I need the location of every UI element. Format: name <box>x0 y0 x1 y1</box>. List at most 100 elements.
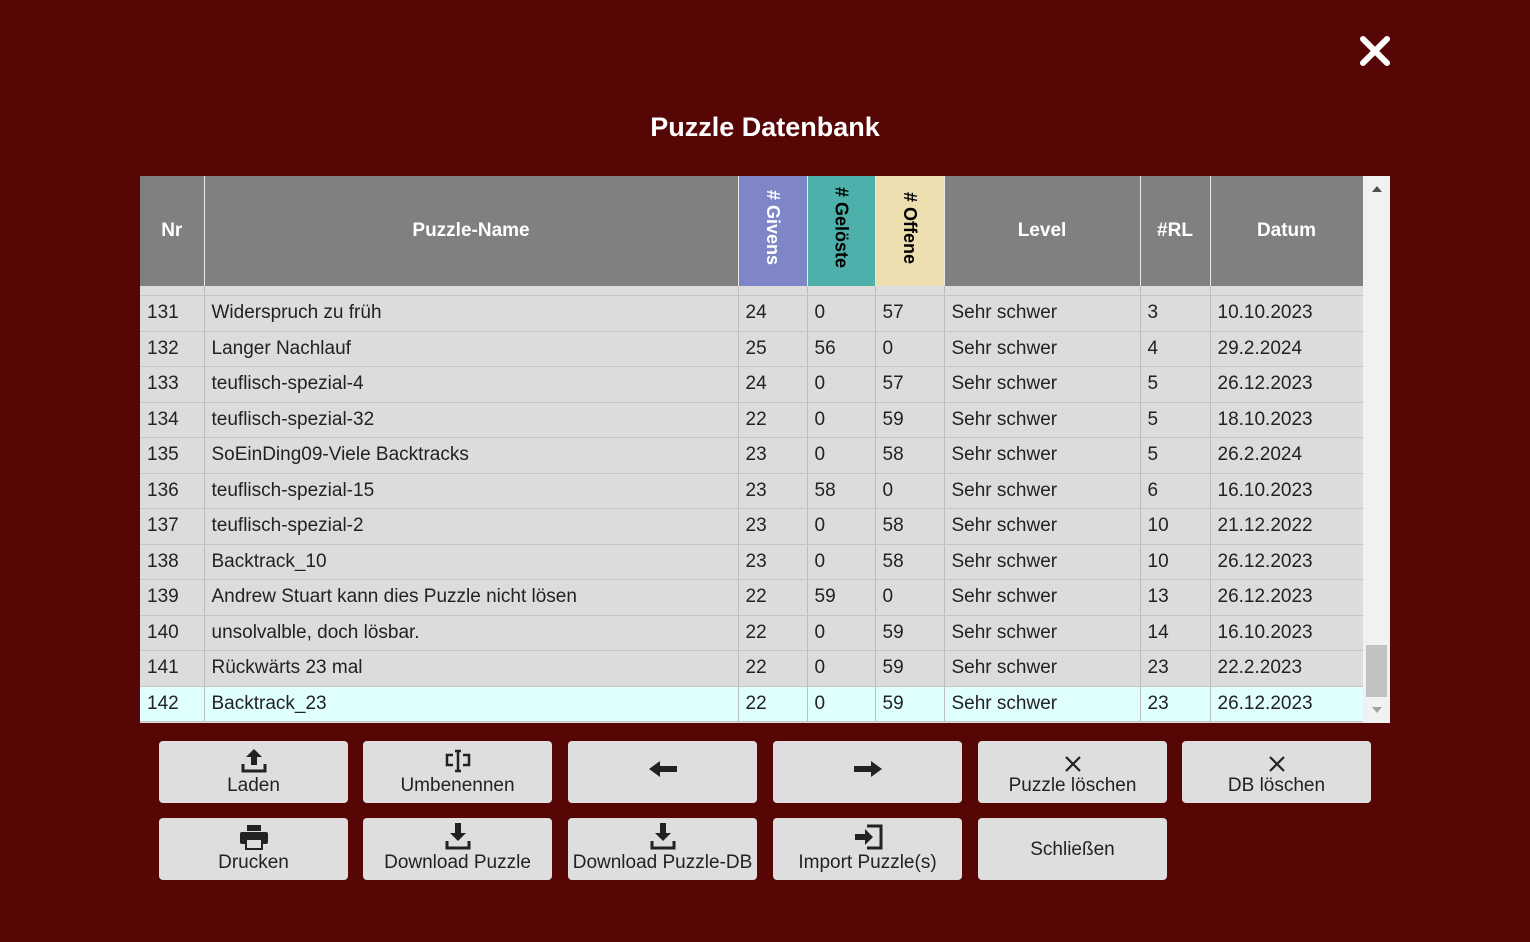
cell-puzzle-name: Widerspruch zu früh <box>204 295 739 332</box>
cell-datum: 26.12.2023 <box>1210 686 1364 722</box>
previous-button[interactable] <box>568 741 757 803</box>
cell-datum: 26.12.2023 <box>1210 544 1364 580</box>
cell-puzzle-name: Rückwärts 23 mal <box>204 650 739 687</box>
cell-givens: 24 <box>738 366 808 403</box>
column-header-offene[interactable]: # Offene <box>875 176 945 286</box>
table-scrollbar[interactable] <box>1363 176 1390 723</box>
cell-geloeste: 0 <box>807 615 876 651</box>
column-header-rl[interactable]: #RL <box>1140 176 1211 286</box>
cell-nr: 137 <box>140 508 205 545</box>
cell-nr: 139 <box>140 579 205 616</box>
import-puzzles-label: Import Puzzle(s) <box>798 852 937 873</box>
column-header-givens[interactable]: # Givens <box>738 176 808 286</box>
cell-offene: 59 <box>875 650 945 687</box>
cell-nr: 138 <box>140 544 205 580</box>
close-icon[interactable] <box>1358 34 1392 68</box>
drucken-label: Drucken <box>218 852 289 873</box>
scroll-down-arrow-icon[interactable] <box>1363 699 1390 721</box>
cell-geloeste: 0 <box>807 402 876 438</box>
cell-nr: 135 <box>140 437 205 474</box>
table-row[interactable]: 136 teuflisch-spezial-15 23 58 0 Sehr schwer 6… <box>140 473 1364 509</box>
umbenennen-button[interactable]: Umbenennen <box>363 741 552 803</box>
cell-nr: 132 <box>140 331 205 367</box>
table-row[interactable]: 134 teuflisch-spezial-32 22 0 59 Sehr schwer 5… <box>140 402 1364 438</box>
cell-geloeste: 58 <box>807 473 876 509</box>
scroll-up-arrow-icon[interactable] <box>1363 178 1390 200</box>
schliessen-label: Schließen <box>1030 839 1115 860</box>
cell-offene: 0 <box>875 473 945 509</box>
cell-geloeste: 0 <box>807 366 876 403</box>
cell-offene: 59 <box>875 686 945 722</box>
cell-level: Sehr schwer <box>944 473 1141 509</box>
cell-puzzle-name: Backtrack_10 <box>204 544 739 580</box>
import-puzzles-button[interactable]: Import Puzzle(s) <box>773 818 962 880</box>
table-row[interactable]: 133 teuflisch-spezial-4 24 0 57 Sehr schwer 5 2… <box>140 366 1364 403</box>
cell-geloeste: 0 <box>807 686 876 722</box>
cell-geloeste: 56 <box>807 331 876 367</box>
cell-level: Sehr schwer <box>944 615 1141 651</box>
cell-givens: 23 <box>738 508 808 545</box>
column-header-puzzle-name[interactable]: Puzzle-Name <box>204 176 739 286</box>
table-row[interactable]: 137 teuflisch-spezial-2 23 0 58 Sehr schwer 10… <box>140 508 1364 545</box>
puzzle-table-container[interactable]: Nr Puzzle-Name # Givens # Gelöste # Offe… <box>140 176 1390 723</box>
download-puzzle-button[interactable]: Download Puzzle <box>363 818 552 880</box>
arrow-left-icon <box>648 760 678 784</box>
column-header-nr[interactable]: Nr <box>140 176 205 286</box>
column-header-datum[interactable]: Datum <box>1210 176 1364 286</box>
cell-nr: 136 <box>140 473 205 509</box>
cell-level: Sehr schwer <box>944 366 1141 403</box>
cell-rl: 5 <box>1140 366 1211 403</box>
cell-datum: 18.10.2023 <box>1210 402 1364 438</box>
cell-puzzle-name: teuflisch-spezial-4 <box>204 366 739 403</box>
table-row[interactable]: 135 SoEinDing09-Viele Backtracks 23 0 58 Sehr… <box>140 437 1364 474</box>
cell-datum: 10.10.2023 <box>1210 295 1364 332</box>
cell-geloeste: 0 <box>807 437 876 474</box>
column-header-geloeste[interactable]: # Gelöste <box>807 176 876 286</box>
table-row[interactable]: 142 Backtrack_23 22 0 59 Sehr schwer 23 26.12.2… <box>140 686 1364 722</box>
cell-rl: 6 <box>1140 473 1211 509</box>
cell-givens: 24 <box>738 295 808 332</box>
cell-puzzle-name: SoEinDing09-Viele Backtracks <box>204 437 739 474</box>
cell-givens: 22 <box>738 650 808 687</box>
table-row[interactable]: 139 Andrew Stuart kann dies Puzzle nicht … <box>140 579 1364 616</box>
table-row[interactable]: 138 Backtrack_10 23 0 58 Sehr schwer 10 26.12.2… <box>140 544 1364 580</box>
table-row[interactable]: 132 Langer Nachlauf 25 56 0 Sehr schwer 4 29.2.… <box>140 331 1364 367</box>
schliessen-button[interactable]: Schließen <box>978 818 1167 880</box>
drucken-button[interactable]: Drucken <box>159 818 348 880</box>
table-row[interactable]: 140 unsolvalble, doch lösbar. 22 0 59 Sehr sc… <box>140 615 1364 651</box>
cell-puzzle-name: teuflisch-spezial-2 <box>204 508 739 545</box>
cell-puzzle-name: Langer Nachlauf <box>204 331 739 367</box>
table-row[interactable]: 131 Widerspruch zu früh 24 0 57 Sehr schwer 3 1… <box>140 295 1364 332</box>
cell-level: Sehr schwer <box>944 331 1141 367</box>
scrollbar-thumb[interactable] <box>1366 645 1387 697</box>
x-icon <box>1064 747 1082 773</box>
puzzle-table: Nr Puzzle-Name # Givens # Gelöste # Offe… <box>140 176 1364 722</box>
cell-rl: 5 <box>1140 437 1211 474</box>
cell-rl: 10 <box>1140 544 1211 580</box>
table-row[interactable]: 141 Rückwärts 23 mal 22 0 59 Sehr schwer 23 22.… <box>140 650 1364 687</box>
cell-level: Sehr schwer <box>944 437 1141 474</box>
column-header-level[interactable]: Level <box>944 176 1141 286</box>
db-loeschen-button[interactable]: DB löschen <box>1182 741 1371 803</box>
arrow-right-icon <box>853 760 883 784</box>
cell-givens: 23 <box>738 437 808 474</box>
cell-nr: 140 <box>140 615 205 651</box>
cell-level: Sehr schwer <box>944 544 1141 580</box>
cell-givens: 23 <box>738 544 808 580</box>
cell-givens: 23 <box>738 473 808 509</box>
upload-icon <box>241 747 267 773</box>
cell-datum: 21.12.2022 <box>1210 508 1364 545</box>
cell-geloeste: 59 <box>807 579 876 616</box>
download-puzzle-db-button[interactable]: Download Puzzle-DB <box>568 818 757 880</box>
cell-nr: 134 <box>140 402 205 438</box>
cell-rl: 23 <box>1140 650 1211 687</box>
cell-level: Sehr schwer <box>944 686 1141 722</box>
puzzle-loeschen-button[interactable]: Puzzle löschen <box>978 741 1167 803</box>
cell-geloeste: 0 <box>807 650 876 687</box>
cell-givens: 22 <box>738 686 808 722</box>
next-button[interactable] <box>773 741 962 803</box>
cell-datum: 26.2.2024 <box>1210 437 1364 474</box>
laden-button[interactable]: Laden <box>159 741 348 803</box>
cell-givens: 22 <box>738 615 808 651</box>
cell-datum: 29.2.2024 <box>1210 331 1364 367</box>
